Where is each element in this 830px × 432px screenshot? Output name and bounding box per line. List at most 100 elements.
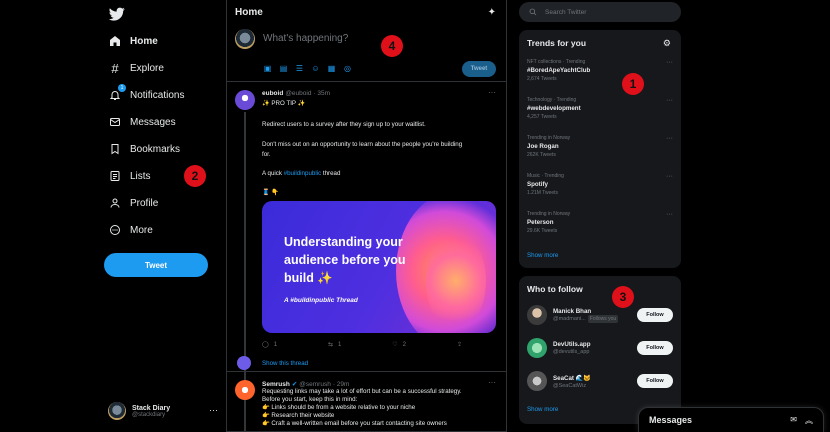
- nav-lists[interactable]: Lists: [108, 166, 151, 186]
- tweet-euboid[interactable]: euboid @euboid · 35m ··· ✨ PRO TIP ✨ Red…: [227, 82, 506, 432]
- composer-toolbar: ▣ ▤ ☰ ☺ ▦ ◎: [263, 64, 352, 73]
- trend-more-icon[interactable]: ···: [666, 59, 673, 66]
- page-title: Home: [235, 6, 263, 18]
- nav-bookmarks[interactable]: Bookmarks: [108, 139, 180, 159]
- tweet-more-icon[interactable]: ···: [488, 378, 496, 387]
- trends-title: Trends for you: [527, 38, 587, 48]
- share-button[interactable]: ⇪: [457, 341, 462, 348]
- list-icon: [108, 169, 122, 183]
- nav-notifications-label: Notifications: [130, 89, 185, 101]
- like-button[interactable]: ♡ 2: [392, 341, 406, 349]
- marker-3: 3: [612, 286, 634, 308]
- suggestion-name: Manick Bhan: [553, 308, 592, 315]
- more-dots-icon: ···: [209, 405, 218, 415]
- trends-panel: Trends for you ⚙ NFT collections · Trend…: [519, 30, 681, 268]
- tweet-actions: ◯ 1 ⇆ 1 ♡ 2 ⇪: [262, 341, 462, 349]
- avatar: [527, 338, 547, 358]
- compose-tweet-button[interactable]: Tweet: [462, 61, 496, 77]
- trend-name: #webdevelopment: [527, 105, 581, 112]
- decorative-blob: [426, 231, 486, 331]
- trend-more-icon[interactable]: ···: [666, 97, 673, 104]
- tweet-line: Don't miss out on an opportunity to lear…: [262, 141, 463, 148]
- tweet-line: Redirect users to a survey after they si…: [262, 121, 426, 128]
- hashtag-link[interactable]: #buildinpublic: [284, 170, 322, 177]
- follow-button[interactable]: Follow: [637, 374, 673, 388]
- trend-item[interactable]: Music · Trending Spotify 1.21M Tweets ··…: [527, 173, 673, 196]
- sparkle-icon[interactable]: ✦: [488, 7, 496, 18]
- show-thread-link[interactable]: Show this thread: [262, 360, 308, 367]
- trend-more-icon[interactable]: ···: [666, 173, 673, 180]
- text-suffix: thread: [321, 170, 341, 177]
- search-bar[interactable]: [519, 2, 681, 22]
- marker-4: 4: [381, 35, 403, 57]
- nav-messages[interactable]: Messages: [108, 112, 176, 132]
- trend-item[interactable]: Trending in Norway Peterson 29.6K Tweets…: [527, 211, 673, 234]
- avatar: [235, 29, 255, 49]
- reply-button[interactable]: ◯ 1: [262, 341, 277, 349]
- tweet-more-icon[interactable]: ···: [488, 88, 496, 97]
- who-to-follow-title: Who to follow: [527, 284, 583, 294]
- trend-item[interactable]: Trending in Norway Joe Rogan 262K Tweets…: [527, 135, 673, 158]
- author-name[interactable]: Semrush: [262, 381, 290, 388]
- messages-drawer[interactable]: Messages ✉ ︽: [638, 407, 824, 432]
- trend-item[interactable]: NFT collections · Trending #BoredApeYach…: [527, 59, 673, 82]
- emoji-icon[interactable]: ☺: [311, 64, 320, 73]
- bell-icon: 1: [108, 84, 126, 102]
- settings-gear-icon[interactable]: ⚙: [663, 38, 671, 49]
- suggestion-name: SeaCat 🌊🐱: [553, 374, 592, 382]
- trend-item[interactable]: Technology · Trending #webdevelopment 4,…: [527, 97, 673, 120]
- notification-badge: 1: [118, 84, 126, 92]
- avatar: [527, 305, 547, 325]
- follow-show-more[interactable]: Show more: [527, 406, 558, 413]
- follow-suggestion[interactable]: DevUtils.app @devutils_app Follow: [527, 337, 673, 359]
- trend-count: 1.21M Tweets: [527, 190, 559, 196]
- trend-count: 29.6K Tweets: [527, 228, 558, 234]
- share-icon: ⇪: [456, 342, 462, 348]
- tweet-header: Semrush ✔ @semrush · 29m: [262, 380, 349, 388]
- schedule-icon[interactable]: ▦: [327, 64, 336, 73]
- compose-input[interactable]: [263, 33, 393, 44]
- location-icon[interactable]: ◎: [343, 64, 352, 73]
- trend-count: 262K Tweets: [527, 152, 556, 158]
- account-switcher[interactable]: Stack Diary @stackdiary ···: [108, 402, 218, 420]
- tweet-button[interactable]: Tweet: [104, 253, 208, 277]
- trend-meta: Trending in Norway: [527, 135, 571, 141]
- account-name: Stack Diary: [132, 404, 171, 412]
- author-name[interactable]: euboid: [262, 90, 283, 97]
- tweet-line: Before you start, keep this in mind:: [262, 396, 358, 403]
- nav-home[interactable]: Home: [108, 31, 158, 51]
- home-icon: [108, 34, 122, 48]
- search-input[interactable]: [545, 8, 665, 16]
- verified-icon: ✔: [291, 381, 298, 388]
- nav-profile[interactable]: Profile: [108, 193, 158, 213]
- poll-icon[interactable]: ☰: [295, 64, 304, 73]
- trend-more-icon[interactable]: ···: [666, 211, 673, 218]
- tweet-line: 👉 Research their website: [262, 412, 335, 419]
- nav-home-label: Home: [130, 35, 158, 47]
- retweet-button[interactable]: ⇆ 1: [328, 341, 341, 349]
- follow-button[interactable]: Follow: [637, 308, 673, 322]
- gif-icon[interactable]: ▤: [279, 64, 288, 73]
- nav-explore-label: Explore: [130, 62, 164, 74]
- follow-suggestion[interactable]: SeaCat 🌊🐱 @SeaCatWiz Follow: [527, 370, 673, 392]
- messages-drawer-title: Messages: [649, 415, 693, 425]
- tweet-line: 👉 Links should be from a website relativ…: [262, 404, 416, 411]
- follow-button[interactable]: Follow: [637, 341, 673, 355]
- trend-more-icon[interactable]: ···: [666, 135, 673, 142]
- suggestion-handle: @SeaCatWiz: [553, 382, 587, 389]
- follow-suggestion[interactable]: Manick Bhan @madmani... Follows you Follo…: [527, 304, 673, 326]
- nav-more[interactable]: More: [108, 220, 153, 240]
- tweet-image[interactable]: Understanding your audience before you b…: [262, 201, 496, 333]
- nav-notifications[interactable]: 1 Notifications: [108, 84, 185, 105]
- nav-explore[interactable]: # Explore: [108, 58, 164, 78]
- tweet-semrush[interactable]: Semrush ✔ @semrush · 29m ··· Requesting …: [227, 372, 506, 432]
- new-message-icon[interactable]: ✉: [790, 415, 797, 426]
- expand-chevron-icon[interactable]: ︽: [805, 415, 813, 426]
- person-icon: [108, 196, 122, 210]
- media-icon[interactable]: ▣: [263, 64, 272, 73]
- trends-show-more[interactable]: Show more: [527, 252, 558, 259]
- heart-icon: ♡: [392, 342, 398, 348]
- twitter-logo-icon[interactable]: [108, 6, 126, 22]
- image-title: Understanding your audience before you b…: [284, 235, 406, 285]
- tweet-time: · 29m: [332, 381, 350, 388]
